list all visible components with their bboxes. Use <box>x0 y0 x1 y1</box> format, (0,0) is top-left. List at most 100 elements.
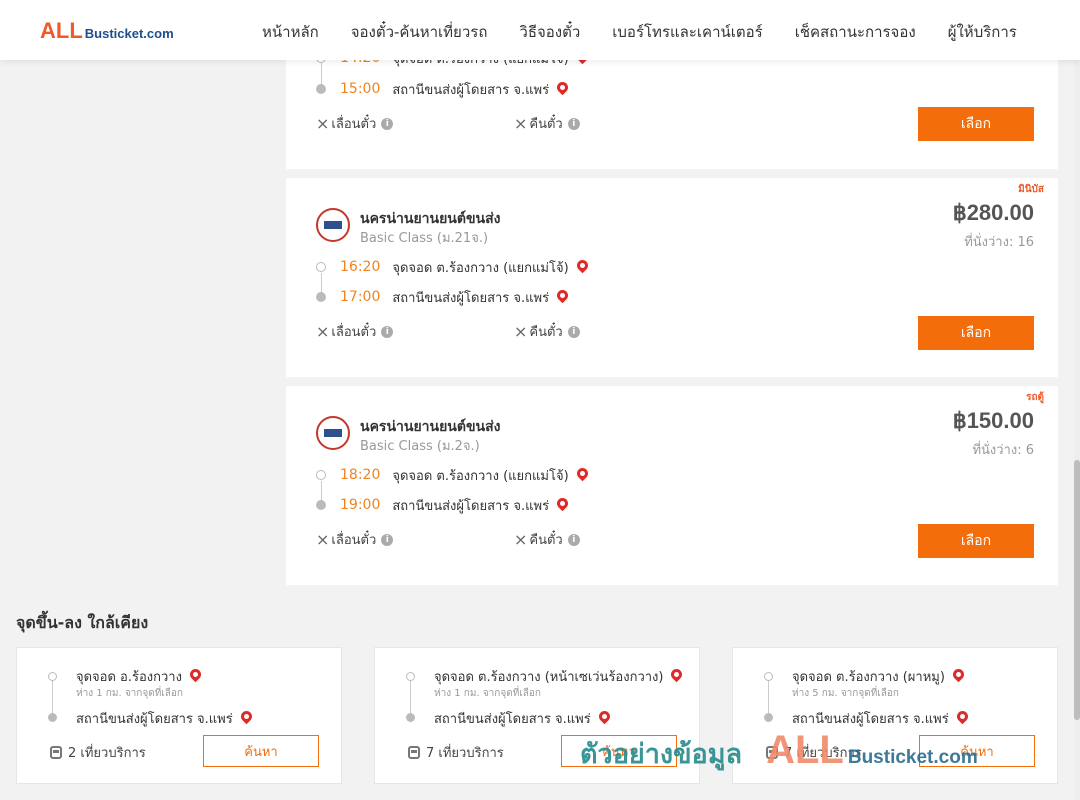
map-pin-icon[interactable] <box>950 666 967 683</box>
postpone-label: เลื่อนตั๋ว <box>331 325 377 340</box>
map-pin-icon[interactable] <box>554 495 571 511</box>
refund-policy: × คืนตั๋ว i <box>514 113 580 134</box>
nav-how-to-book[interactable]: วิธีจองตั๋ว <box>519 20 580 44</box>
nearby-distance: ห่าง 1 กม. จากจุดที่เลือก <box>434 688 541 699</box>
nearby-trips: 7 เที่ยวบริการ <box>408 742 504 763</box>
vehicle-type-tag: มินิบัส <box>1018 184 1044 195</box>
arrival-time: 17:00 <box>340 289 381 305</box>
site-header: ALL Busticket.com หน้าหลัก จองตั๋ว-ค้นหา… <box>0 0 1080 60</box>
nav-book-search[interactable]: จองตั๋ว-ค้นหาเที่ยวรถ <box>351 20 488 44</box>
refund-policy: × คืนตั๋ว i <box>514 529 580 550</box>
page-scrollbar[interactable] <box>1074 60 1080 800</box>
info-icon[interactable]: i <box>381 325 394 338</box>
nearby-to-label: สถานีขนส่งผู้โดยสาร จ.แพร่ <box>434 712 591 727</box>
bus-icon <box>50 746 62 759</box>
departure-row: 16:20 จุดจอด ต.ร้องกวาง (แยกแม่โจ้) <box>316 257 590 277</box>
nearby-trips-count: 7 เที่ยวบริการ <box>426 746 504 761</box>
arrival-dot <box>316 500 326 510</box>
bus-icon <box>766 746 778 759</box>
departure-place: จุดจอด ต.ร้องกวาง (แยกแม่โจ้) <box>392 468 569 484</box>
refund-label: คืนตั๋ว <box>529 117 563 132</box>
arrival-dot <box>48 713 57 722</box>
arrival-time: 15:00 <box>340 81 381 97</box>
seats-available: ที่นั่งว่าง: 16 <box>964 235 1034 250</box>
arrival-dot <box>316 292 326 302</box>
nearby-from-label: จุดจอด ต.ร้องกวาง (หน้าเซเว่นร้องกวาง) <box>434 670 664 685</box>
map-pin-icon[interactable] <box>238 708 255 725</box>
info-icon[interactable]: i <box>381 533 394 546</box>
map-pin-icon[interactable] <box>669 666 685 683</box>
map-pin-icon[interactable] <box>954 708 971 725</box>
scrollbar-thumb[interactable] <box>1074 460 1080 720</box>
nearby-section-title: จุดขึ้น-ลง ใกล้เคียง <box>16 613 149 632</box>
select-button[interactable]: เลือก <box>918 316 1034 350</box>
logo-busticket-text: Busticket.com <box>84 26 174 41</box>
nav-booking-status[interactable]: เช็คสถานะการจอง <box>795 20 916 44</box>
info-icon[interactable]: i <box>567 325 580 338</box>
vehicle-type-tag: รถตู้ <box>1026 392 1044 403</box>
map-pin-icon[interactable] <box>554 79 571 95</box>
arrival-row: 15:00 สถานีขนส่งผู้โดยสาร จ.แพร่ <box>316 79 571 99</box>
nearby-card: จุดจอด ต.ร้องกวาง (หน้าเซเว่นร้องกวาง) ห… <box>374 647 700 784</box>
site-logo[interactable]: ALL Busticket.com <box>40 18 174 44</box>
operator-logo <box>316 416 350 450</box>
arrival-dot <box>316 84 326 94</box>
cross-icon: × <box>316 322 330 341</box>
nearby-trips: 2 เที่ยวบริการ <box>50 742 146 763</box>
nav-home[interactable]: หน้าหลัก <box>262 20 319 44</box>
departure-dot <box>764 672 773 681</box>
operator-logo <box>316 208 350 242</box>
search-button[interactable]: ค้นหา <box>203 735 319 767</box>
trip-card: รถตู้ นครน่านยานยนต์ขนส่ง Basic Class (ม… <box>286 386 1058 585</box>
select-button[interactable]: เลือก <box>918 107 1034 141</box>
nearby-to-label: สถานีขนส่งผู้โดยสาร จ.แพร่ <box>792 712 949 727</box>
nearby-to: สถานีขนส่งผู้โดยสาร จ.แพร่ <box>76 708 255 729</box>
postpone-label: เลื่อนตั๋ว <box>331 117 377 132</box>
nearby-card: จุดจอด ต.ร้องกวาง (ผาหมู) ห่าง 5 กม. จาก… <box>732 647 1058 784</box>
nearby-card: จุดจอด อ.ร้องกวาง ห่าง 1 กม. จากจุดที่เล… <box>16 647 342 784</box>
info-icon[interactable]: i <box>381 117 394 130</box>
departure-dot <box>406 672 415 681</box>
nearby-trips-count: 7 เที่ยวบริการ <box>784 746 862 761</box>
search-button[interactable]: ค้นหา <box>561 735 677 767</box>
map-pin-icon[interactable] <box>187 666 204 683</box>
info-icon[interactable]: i <box>567 117 580 130</box>
cross-icon: × <box>316 114 330 133</box>
ticket-price: ฿150.00 <box>952 408 1034 433</box>
nearby-from-label: จุดจอด อ.ร้องกวาง <box>76 670 182 685</box>
map-pin-icon[interactable] <box>596 708 613 725</box>
bus-icon <box>408 746 420 759</box>
cross-icon: × <box>514 114 528 133</box>
nearby-from: จุดจอด ต.ร้องกวาง (ผาหมู) <box>792 666 967 687</box>
bus-class: Basic Class (ม.2จ.) <box>360 439 480 454</box>
arrival-row: 19:00 สถานีขนส่งผู้โดยสาร จ.แพร่ <box>316 495 571 515</box>
departure-dot <box>316 470 326 480</box>
refund-label: คืนตั๋ว <box>529 325 563 340</box>
nearby-from: จุดจอด ต.ร้องกวาง (หน้าเซเว่นร้องกวาง) <box>434 666 685 687</box>
postpone-policy: × เลื่อนตั๋ว i <box>316 321 394 342</box>
nav-operators[interactable]: ผู้ให้บริการ <box>948 20 1017 44</box>
map-pin-icon[interactable] <box>574 257 590 273</box>
departure-dot <box>316 262 326 272</box>
arrival-place: สถานีขนส่งผู้โดยสาร จ.แพร่ <box>392 290 550 306</box>
nearby-from-label: จุดจอด ต.ร้องกวาง (ผาหมู) <box>792 670 945 685</box>
cross-icon: × <box>514 530 528 549</box>
postpone-label: เลื่อนตั๋ว <box>331 533 377 548</box>
refund-label: คืนตั๋ว <box>529 533 563 548</box>
nearby-from: จุดจอด อ.ร้องกวาง <box>76 666 204 687</box>
map-pin-icon[interactable] <box>574 465 590 481</box>
map-pin-icon[interactable] <box>554 287 571 303</box>
arrival-dot <box>406 713 415 722</box>
seats-available: ที่นั่งว่าง: 6 <box>972 443 1034 458</box>
refund-policy: × คืนตั๋ว i <box>514 321 580 342</box>
cross-icon: × <box>514 322 528 341</box>
nav-phone-counter[interactable]: เบอร์โทรและเคาน์เตอร์ <box>612 20 762 44</box>
search-button[interactable]: ค้นหา <box>919 735 1035 767</box>
nearby-trips-count: 2 เที่ยวบริการ <box>68 746 146 761</box>
departure-dot <box>48 672 57 681</box>
departure-place: จุดจอด ต.ร้องกวาง (แยกแม่โจ้) <box>392 260 569 276</box>
info-icon[interactable]: i <box>567 533 580 546</box>
arrival-place: สถานีขนส่งผู้โดยสาร จ.แพร่ <box>392 82 550 98</box>
select-button[interactable]: เลือก <box>918 524 1034 558</box>
nearby-to: สถานีขนส่งผู้โดยสาร จ.แพร่ <box>792 708 971 729</box>
